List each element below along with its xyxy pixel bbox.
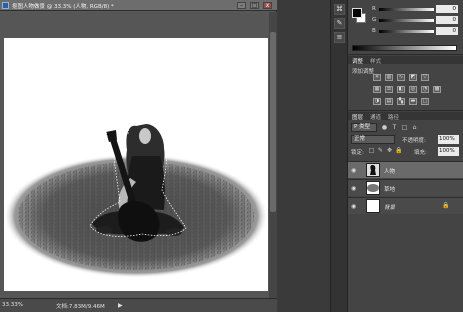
adjustments-panel: 调整 样式 添加调整 ☀ ▥ ∿ ◩ ▽ ▦ ⚖ ◧ ◎ ◔ ▩ ◑ ▤ ▚ ▬… [348, 56, 463, 111]
close-button[interactable]: x [263, 2, 272, 9]
photoshop-doc-icon [2, 2, 9, 9]
tab-paths[interactable]: 路径 [388, 113, 399, 121]
layer-thumbnail [366, 163, 380, 177]
smart-object-filter-icon[interactable]: ⌂ [411, 124, 418, 131]
visibility-eye-icon[interactable]: ◉ [351, 185, 356, 192]
blue-value[interactable]: 0 [436, 27, 458, 35]
visibility-eye-icon[interactable]: ◉ [351, 203, 356, 210]
tab-styles[interactable]: 样式 [370, 57, 381, 65]
document-title: 抠图人物做景 @ 33.3% (人物, RGB/8) * [12, 4, 114, 10]
blue-label: B [372, 28, 376, 34]
posterize-icon[interactable]: ▤ [385, 98, 393, 105]
levels-icon[interactable]: ▥ [385, 74, 393, 81]
lock-position-icon[interactable]: ✥ [386, 147, 393, 154]
collapsed-panel-strip: ⌘ ✎ ≡ [330, 0, 348, 312]
gradient-map-icon[interactable]: ▬ [409, 98, 417, 105]
exposure-icon[interactable]: ◩ [409, 74, 417, 81]
status-menu-arrow-icon[interactable]: ▶ [118, 302, 123, 309]
layer-row-background[interactable]: ◉ 背景 🔒 [348, 197, 463, 214]
fill-field[interactable]: 100% [438, 147, 459, 156]
document-canvas[interactable] [4, 38, 268, 291]
selective-color-icon[interactable]: □ [421, 98, 429, 105]
brush-presets-icon[interactable]: ✎ [334, 18, 345, 29]
layer-row-grass[interactable]: ◉ 草地 [348, 179, 463, 196]
visibility-eye-icon[interactable]: ◉ [351, 167, 356, 174]
workspace-background [278, 0, 330, 312]
pixel-filter-icon[interactable]: ● [381, 124, 388, 131]
red-slider[interactable]: R 0 [372, 5, 462, 14]
green-slider[interactable]: G 0 [372, 16, 462, 25]
photo-filter-icon[interactable]: ◎ [409, 86, 417, 93]
red-label: R [372, 6, 376, 12]
red-value[interactable]: 0 [436, 5, 458, 13]
layer-name[interactable]: 背景 [384, 203, 395, 211]
shape-filter-icon[interactable]: □ [401, 124, 408, 131]
lookup-icon[interactable]: ▩ [433, 86, 441, 93]
color-spectrum[interactable] [352, 45, 457, 51]
blend-mode-select[interactable]: 正常 [351, 135, 395, 144]
layer-thumbnail [366, 181, 380, 195]
type-filter-icon[interactable]: T [391, 124, 398, 131]
maximize-button[interactable]: □ [250, 2, 259, 9]
history-icon[interactable]: ⌘ [334, 4, 345, 15]
layer-kind-select[interactable]: P 类型 [351, 123, 377, 132]
invert-icon[interactable]: ◑ [373, 98, 381, 105]
document-titlebar[interactable]: 抠图人物做景 @ 33.3% (人物, RGB/8) * – □ x [0, 0, 277, 11]
green-value[interactable]: 0 [436, 16, 458, 24]
lock-image-icon[interactable]: ✎ [377, 147, 384, 154]
scrollbar-thumb[interactable] [270, 32, 276, 212]
threshold-icon[interactable]: ▚ [397, 98, 405, 105]
blue-track[interactable] [379, 30, 434, 33]
lock-all-icon[interactable]: 🔒 [395, 147, 402, 154]
brightness-icon[interactable]: ☀ [373, 74, 381, 81]
color-panel: R 0 G 0 B 0 [348, 0, 463, 55]
lock-label: 锁定: [351, 150, 364, 156]
layers-panel: 图层 通道 路径 P 类型 ● T □ ⌂ 正常 不透明度: 100% 锁定: … [348, 112, 463, 312]
red-track[interactable] [379, 8, 434, 11]
bw-icon[interactable]: ◧ [397, 86, 405, 93]
channel-mixer-icon[interactable]: ◔ [421, 86, 429, 93]
tab-adjustments[interactable]: 调整 [352, 57, 363, 65]
canvas-area[interactable] [0, 12, 277, 298]
foreground-color-swatch[interactable] [352, 8, 362, 18]
zoom-level[interactable]: 33.33% [2, 302, 23, 308]
color-balance-icon[interactable]: ⚖ [385, 86, 393, 93]
layer-row-person[interactable]: ◉ 人物 [348, 161, 463, 178]
fill-label: 填充: [414, 150, 427, 156]
layer-thumbnail [366, 199, 380, 213]
layers-tabs: 图层 通道 路径 [348, 112, 463, 121]
layer-name[interactable]: 人物 [384, 167, 395, 175]
right-panels: R 0 G 0 B 0 调整 样式 添加调整 ☀ ▥ ∿ ◩ ▽ ▦ ⚖ ◧ ◎ [348, 0, 463, 312]
curves-icon[interactable]: ∿ [397, 74, 405, 81]
status-bar: 33.33% 文档:7.83M/9.46M ▶ [0, 298, 277, 312]
tab-channels[interactable]: 通道 [370, 113, 381, 121]
opacity-label: 不透明度: [402, 138, 426, 144]
layer-name[interactable]: 草地 [384, 185, 395, 193]
blue-slider[interactable]: B 0 [372, 27, 462, 36]
opacity-field[interactable]: 100% [438, 135, 459, 144]
lock-transparency-icon[interactable]: □ [368, 147, 375, 154]
minimize-button[interactable]: – [237, 2, 246, 9]
document-window: 抠图人物做景 @ 33.3% (人物, RGB/8) * – □ x 33.33… [0, 0, 277, 312]
canvas-image [4, 121, 268, 278]
green-track[interactable] [379, 19, 434, 22]
add-adjustment-label: 添加调整 [352, 69, 375, 75]
properties-icon[interactable]: ≡ [334, 32, 345, 43]
layer-filter-row: P 类型 ● T □ ⌂ [351, 123, 460, 132]
tab-layers[interactable]: 图层 [352, 113, 363, 121]
vibrance-icon[interactable]: ▽ [421, 74, 429, 81]
adjustments-tabs: 调整 样式 [348, 56, 463, 65]
vertical-scrollbar[interactable] [269, 12, 277, 298]
hue-icon[interactable]: ▦ [373, 86, 381, 93]
green-label: G [372, 17, 377, 23]
document-size: 文档:7.83M/9.46M [56, 304, 105, 310]
layer-lock-icon: 🔒 [442, 202, 450, 209]
